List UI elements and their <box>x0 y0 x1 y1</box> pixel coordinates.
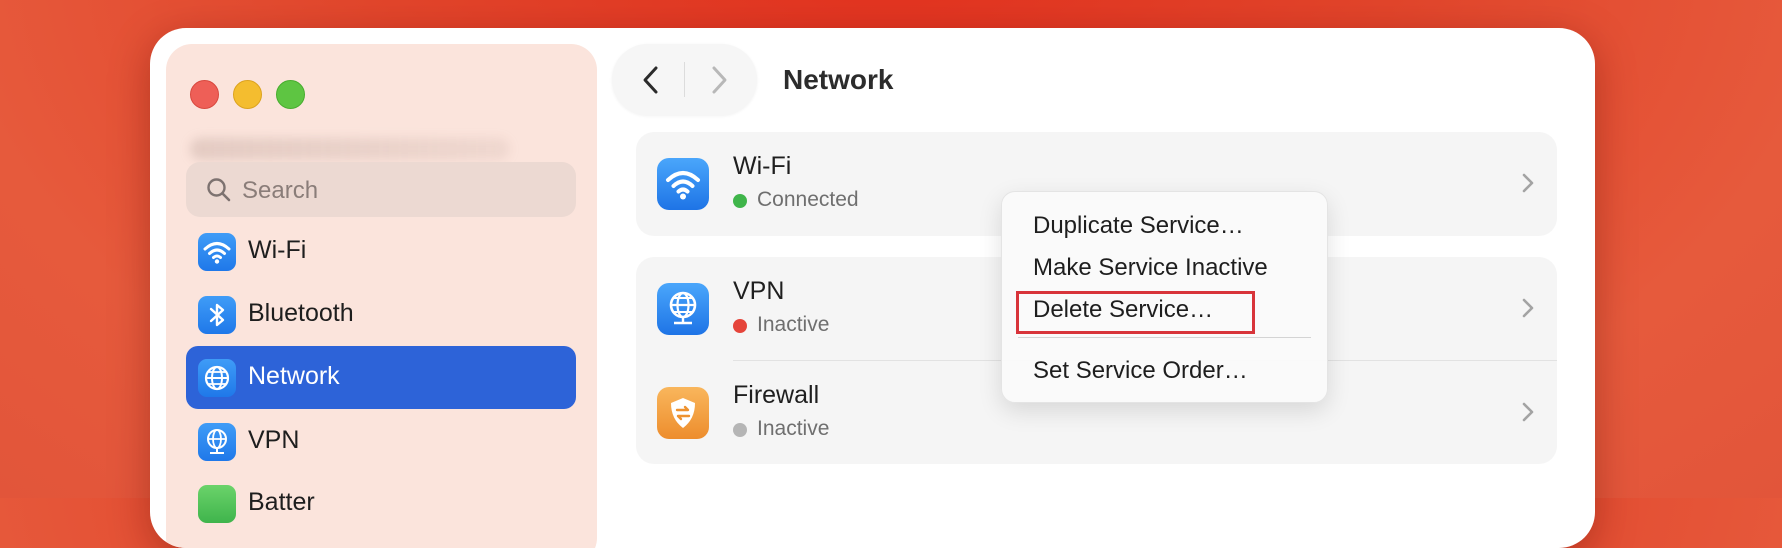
sidebar-item-vpn[interactable]: VPN <box>186 410 576 473</box>
wifi-icon <box>657 158 709 210</box>
globe-icon <box>198 359 236 397</box>
blurred-user-account[interactable] <box>190 138 510 160</box>
delete-service-highlight-box <box>1016 291 1255 334</box>
back-chevron-icon[interactable] <box>638 65 664 95</box>
sidebar-item-label: Network <box>248 362 340 390</box>
minimize-window-button[interactable] <box>233 80 262 109</box>
service-status: Inactive <box>757 417 830 440</box>
menu-separator <box>1018 337 1311 338</box>
forward-chevron-icon[interactable] <box>706 65 732 95</box>
chevron-right-icon <box>1522 402 1534 422</box>
vpn-globe-icon <box>198 423 236 461</box>
sidebar-item-label: VPN <box>248 426 300 454</box>
chevron-right-icon <box>1522 298 1534 318</box>
sidebar-item-battery[interactable]: Batter <box>186 472 576 535</box>
navigation-controls <box>612 44 757 115</box>
sidebar-item-label: Bluetooth <box>248 299 354 327</box>
menu-item-set-service-order[interactable]: Set Service Order… <box>1033 357 1248 385</box>
vpn-globe-icon <box>657 283 709 335</box>
maximize-window-button[interactable] <box>276 80 305 109</box>
chevron-right-icon <box>1522 173 1534 193</box>
system-settings-window: Search Wi-Fi Bluetooth Network VPN Batte… <box>150 28 1595 548</box>
status-dot-green <box>733 194 747 208</box>
nav-divider <box>684 62 685 97</box>
sidebar-item-label: Batter <box>248 488 315 516</box>
search-icon <box>207 178 231 202</box>
sidebar-item-network[interactable]: Network <box>186 346 576 409</box>
firewall-icon <box>657 387 709 439</box>
service-status: Inactive <box>757 313 830 336</box>
battery-icon <box>198 485 236 523</box>
search-input[interactable]: Search <box>186 162 576 217</box>
service-context-menu: Duplicate Service… Make Service Inactive… <box>1001 191 1328 403</box>
menu-item-make-service-inactive[interactable]: Make Service Inactive <box>1033 254 1268 282</box>
page-title: Network <box>783 64 894 95</box>
sidebar-item-bluetooth[interactable]: Bluetooth <box>186 283 576 346</box>
sidebar-item-label: Wi-Fi <box>248 236 307 264</box>
wifi-icon <box>198 233 236 271</box>
service-name: Firewall <box>733 381 820 409</box>
search-placeholder: Search <box>242 177 319 204</box>
bluetooth-icon <box>198 296 236 334</box>
service-status: Connected <box>757 188 859 211</box>
status-dot-gray <box>733 423 747 437</box>
menu-item-duplicate-service[interactable]: Duplicate Service… <box>1033 212 1244 240</box>
status-dot-red <box>733 319 747 333</box>
sidebar-item-wifi[interactable]: Wi-Fi <box>186 220 576 283</box>
close-window-button[interactable] <box>190 80 219 109</box>
service-name: VPN <box>733 277 785 305</box>
service-name: Wi-Fi <box>733 152 792 180</box>
